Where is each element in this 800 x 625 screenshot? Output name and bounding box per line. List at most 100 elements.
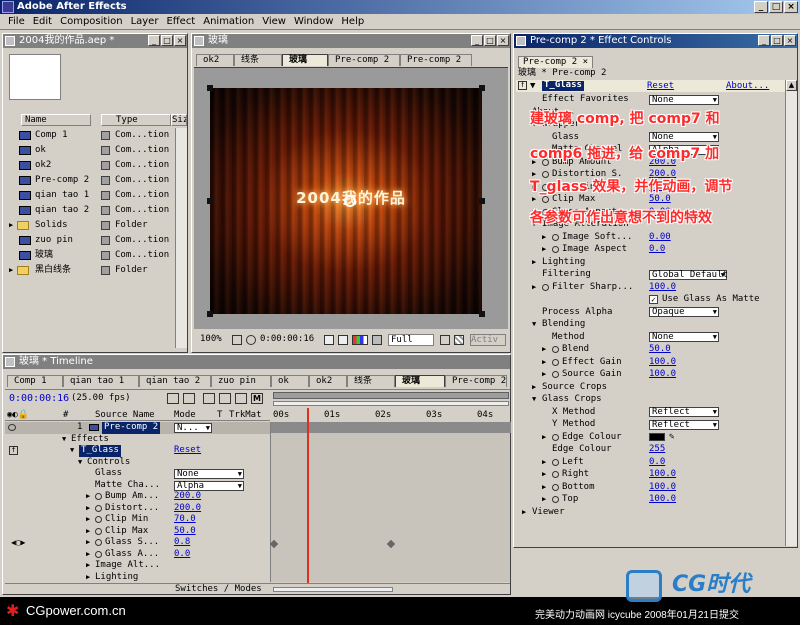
timeline-tab[interactable]: qian tao 2 <box>139 375 211 387</box>
collapse-arrow-icon[interactable]: ▶ <box>542 356 546 369</box>
effect-param-value[interactable]: 255 <box>649 443 665 456</box>
effect-param-value[interactable]: 0.0 <box>649 456 665 469</box>
project-item[interactable]: Pre-comp 2 Com...tion <box>7 173 171 188</box>
column-type[interactable]: Type <box>101 114 171 126</box>
project-item[interactable]: qian tao 1 Com...tion <box>7 188 171 203</box>
frame-handle-l[interactable] <box>207 198 213 204</box>
comp-tab[interactable]: 玻璃 <box>282 54 328 66</box>
collapse-arrow-icon[interactable]: ▶ <box>86 503 90 515</box>
effect-param-dropdown[interactable]: Reflect <box>649 407 719 417</box>
stopwatch-icon[interactable] <box>95 550 102 558</box>
effect-param-value[interactable]: 100.0 <box>649 356 676 369</box>
label-color-swatch[interactable] <box>101 206 110 215</box>
layer-mode-dropdown[interactable]: N... <box>174 423 212 433</box>
menu-effect[interactable]: Effect <box>162 14 199 29</box>
effect-param-dropdown[interactable]: None <box>649 332 719 342</box>
stopwatch-icon[interactable] <box>95 516 102 523</box>
col-source-name[interactable]: Source Name <box>95 409 155 421</box>
collapse-arrow-icon[interactable]: ▶ <box>532 381 536 394</box>
collapse-arrow-icon[interactable]: ▶ <box>86 491 90 503</box>
color-swatch-icon[interactable] <box>372 335 382 345</box>
menu-file[interactable]: File <box>4 14 29 29</box>
comp-tab[interactable]: ok2 <box>196 54 234 66</box>
stopwatch-icon[interactable] <box>95 539 102 546</box>
timeline-tab[interactable]: 线条 <box>347 375 395 387</box>
zoom-dropdown[interactable]: 100% <box>200 334 230 346</box>
collapse-arrow-icon[interactable]: ▶ <box>542 231 546 244</box>
panel-close-button[interactable]: × <box>174 35 186 46</box>
timeline-row[interactable]: ▶ Clip Max 50.0 <box>5 526 270 538</box>
timeline-row[interactable]: ▶ Bump Am... 200.0 <box>5 491 270 503</box>
collapse-arrow-icon[interactable]: ▶ <box>532 256 536 269</box>
stopwatch-icon[interactable] <box>552 433 559 441</box>
video-eye-icon[interactable] <box>8 424 16 431</box>
stopwatch-icon[interactable] <box>552 471 559 478</box>
collapse-arrow-icon[interactable]: ▶ <box>542 481 546 494</box>
timeline-param-value[interactable]: 70.0 <box>174 514 196 526</box>
effect-reset-link[interactable]: Reset <box>647 80 674 92</box>
frame-handle-bl[interactable] <box>207 311 213 317</box>
timeline-row[interactable]: 1 Pre-comp 2 N... <box>5 422 270 434</box>
keyframe-nav-icon[interactable]: ◀▢▶ <box>11 537 25 549</box>
collapse-arrow-icon[interactable]: ▶ <box>86 549 90 561</box>
label-color-swatch[interactable] <box>101 266 110 275</box>
frame-handle-tl[interactable] <box>207 85 213 91</box>
label-color-swatch[interactable] <box>101 221 110 230</box>
snapshot-icon[interactable] <box>324 335 334 345</box>
stopwatch-icon[interactable] <box>552 233 559 241</box>
effect-param-dropdown[interactable]: Global Default <box>649 269 728 280</box>
effect-param-value[interactable]: 50.0 <box>649 343 671 356</box>
menu-help[interactable]: Help <box>337 14 368 29</box>
label-color-swatch[interactable] <box>101 176 110 185</box>
collapse-arrow-icon[interactable]: ▶ <box>86 526 90 538</box>
effect-controls-tab[interactable]: Pre-comp 2 × <box>518 56 594 68</box>
eyedropper-icon[interactable]: ✎ <box>669 431 674 444</box>
collapse-arrow-icon[interactable]: ▶ <box>542 368 546 381</box>
effect-param-value[interactable]: 100.0 <box>649 281 676 294</box>
project-item[interactable]: zuo pin Com...tion <box>7 233 171 248</box>
timeline-row[interactable]: ▶ Clip Min 70.0 <box>5 514 270 526</box>
stopwatch-icon[interactable] <box>552 458 559 466</box>
collapse-arrow-icon[interactable]: ▶ <box>542 456 546 469</box>
stopwatch-icon[interactable] <box>95 493 102 500</box>
collapse-arrow-icon[interactable]: ▶ <box>542 431 546 444</box>
timeline-param-dropdown[interactable]: None <box>174 469 244 479</box>
project-item[interactable]: ok Com...tion <box>7 143 171 158</box>
timeline-tab[interactable]: ok2 <box>309 375 347 387</box>
effect-param-value[interactable]: 100.0 <box>649 493 676 506</box>
folder-collapse-arrow[interactable]: ▶ <box>9 218 13 233</box>
label-color-swatch[interactable] <box>101 161 110 170</box>
stopwatch-icon[interactable] <box>552 496 559 503</box>
safe-zones-icon[interactable] <box>232 335 242 345</box>
stopwatch-icon[interactable] <box>95 527 102 535</box>
expand-arrow-icon[interactable]: ▼ <box>78 457 82 469</box>
timeline-tab[interactable]: Comp 1 <box>7 375 63 387</box>
timeline-tab[interactable]: zuo pin <box>211 375 271 387</box>
stopwatch-icon[interactable] <box>95 504 102 512</box>
menu-edit[interactable]: Edit <box>29 14 56 29</box>
keyframe-marker[interactable] <box>386 539 396 549</box>
label-color-swatch[interactable] <box>101 191 110 200</box>
channel-colors-icon[interactable] <box>352 335 368 345</box>
transparency-grid-icon[interactable] <box>454 335 464 345</box>
comp-tab[interactable]: Pre-comp 2 <box>400 54 472 66</box>
label-color-swatch[interactable] <box>101 146 110 155</box>
effect-param-dropdown[interactable]: None <box>649 94 719 105</box>
menu-window[interactable]: Window <box>290 14 337 29</box>
timeline-param-value[interactable]: 0.8 <box>174 537 190 549</box>
expand-arrow-icon[interactable]: ▶ <box>86 572 90 583</box>
collapse-arrow-icon[interactable]: ▶ <box>542 243 546 256</box>
expand-arrow-icon[interactable]: ▶ <box>86 560 90 572</box>
motion-blur-icon[interactable] <box>235 393 247 404</box>
label-color-swatch[interactable] <box>101 251 110 260</box>
menu-view[interactable]: View <box>258 14 290 29</box>
timeline-tab[interactable]: ok <box>271 375 309 387</box>
collapse-arrow-icon[interactable]: ▶ <box>542 493 546 506</box>
collapse-arrow-icon[interactable]: ▶ <box>86 537 90 549</box>
region-of-interest-icon[interactable] <box>440 335 450 345</box>
expand-arrow-icon[interactable]: ▼ <box>70 445 74 457</box>
timeline-row[interactable]: Matte Cha... Alpha <box>5 480 270 492</box>
collapse-arrow-icon[interactable]: ▶ <box>542 468 546 481</box>
comp-tab[interactable]: 线条 <box>234 54 282 66</box>
timeline-graph-area[interactable] <box>269 408 511 583</box>
